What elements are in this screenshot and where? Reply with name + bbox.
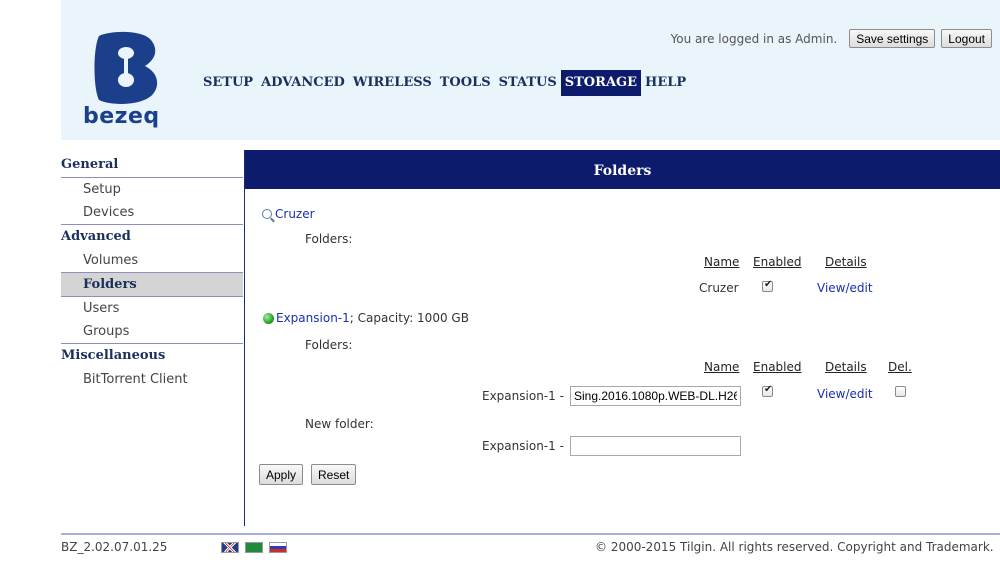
tab-help[interactable]: HELP	[641, 70, 690, 96]
new-folder-label: New folder:	[305, 417, 374, 431]
tab-tools[interactable]: TOOLS	[436, 70, 495, 96]
delete-checkbox[interactable]	[895, 386, 906, 397]
tab-status[interactable]: STATUS	[495, 70, 561, 96]
column-enabled[interactable]: Enabled	[753, 255, 802, 269]
tab-storage[interactable]: STORAGE	[560, 70, 642, 96]
volume-link-cruzer[interactable]: Cruzer	[275, 207, 315, 221]
sidebar-item-devices[interactable]: Devices	[61, 201, 243, 225]
enabled-checkbox[interactable]	[762, 384, 773, 397]
sidebar-item-users[interactable]: Users	[61, 297, 243, 320]
footer: BZ_2.02.07.01.25 © 2000-2015 Tilgin. All…	[61, 539, 1000, 559]
tab-wireless[interactable]: WIRELESS	[349, 70, 436, 96]
volume-capacity: ; Capacity: 1000 GB	[349, 311, 469, 325]
sidebar-section-advanced: Advanced	[61, 229, 131, 244]
status-ok-icon	[263, 313, 274, 324]
user-bar: You are logged in as Admin. Save setting…	[671, 29, 992, 48]
logo-text: bezeq	[83, 104, 160, 129]
sidebar-item-folders[interactable]: Folders	[61, 273, 243, 297]
volume-link-expansion[interactable]: Expansion-1	[276, 311, 350, 325]
copyright-text: © 2000-2015 Tilgin. All rights reserved.…	[595, 540, 994, 554]
enabled-checkbox[interactable]	[762, 279, 773, 292]
page-title: Folders	[245, 150, 1000, 189]
logout-button[interactable]: Logout	[941, 29, 992, 48]
uk-flag-icon[interactable]	[221, 542, 239, 553]
russia-flag-icon[interactable]	[269, 542, 287, 553]
sidebar-item-setup[interactable]: Setup	[61, 178, 243, 201]
new-folder-prefix: Expansion-1 -	[482, 439, 564, 453]
sidebar-item-bittorrent[interactable]: BitTorrent Client	[61, 368, 243, 391]
folder-prefix: Expansion-1 -	[482, 389, 564, 403]
search-icon	[262, 209, 272, 219]
sidebar: General Setup Devices Advanced Volumes F…	[61, 153, 243, 391]
volume-info: Expansion-1; Capacity: 1000 GB	[276, 311, 469, 325]
column-name[interactable]: Name	[704, 360, 739, 374]
view-edit-link[interactable]: View/edit	[817, 281, 873, 295]
folder-name: Cruzer	[699, 281, 739, 295]
logged-in-text: You are logged in as Admin.	[670, 31, 838, 46]
sidebar-item-groups[interactable]: Groups	[61, 320, 243, 344]
firmware-version: BZ_2.02.07.01.25	[61, 540, 168, 554]
top-nav: SETUP ADVANCED WIRELESS TOOLS STATUS STO…	[199, 70, 690, 96]
column-details[interactable]: Details	[825, 360, 867, 374]
folders-label: Folders:	[305, 232, 353, 246]
save-settings-button[interactable]: Save settings	[849, 29, 936, 48]
footer-divider	[61, 533, 1000, 535]
folders-label: Folders:	[305, 338, 353, 352]
saudi-flag-icon[interactable]	[245, 542, 263, 553]
header: bezeq You are logged in as Admin. Save s…	[61, 0, 1000, 140]
column-name[interactable]: Name	[704, 255, 739, 269]
column-delete[interactable]: Del.	[888, 360, 912, 374]
tab-advanced[interactable]: ADVANCED	[257, 70, 349, 96]
reset-button[interactable]: Reset	[311, 464, 357, 485]
folders-panel: Cruzer Folders: Name Enabled Details Cru…	[245, 189, 1000, 526]
column-details[interactable]: Details	[825, 255, 867, 269]
folder-name-field[interactable]	[570, 386, 741, 406]
apply-button[interactable]: Apply	[259, 464, 304, 485]
tab-setup[interactable]: SETUP	[199, 70, 257, 96]
new-folder-field[interactable]	[570, 436, 741, 456]
sidebar-section-miscellaneous: Miscellaneous	[61, 348, 166, 363]
column-enabled[interactable]: Enabled	[753, 360, 802, 374]
sidebar-item-volumes[interactable]: Volumes	[61, 249, 243, 273]
sidebar-section-general: General	[61, 153, 243, 178]
view-edit-link[interactable]: View/edit	[817, 387, 873, 401]
